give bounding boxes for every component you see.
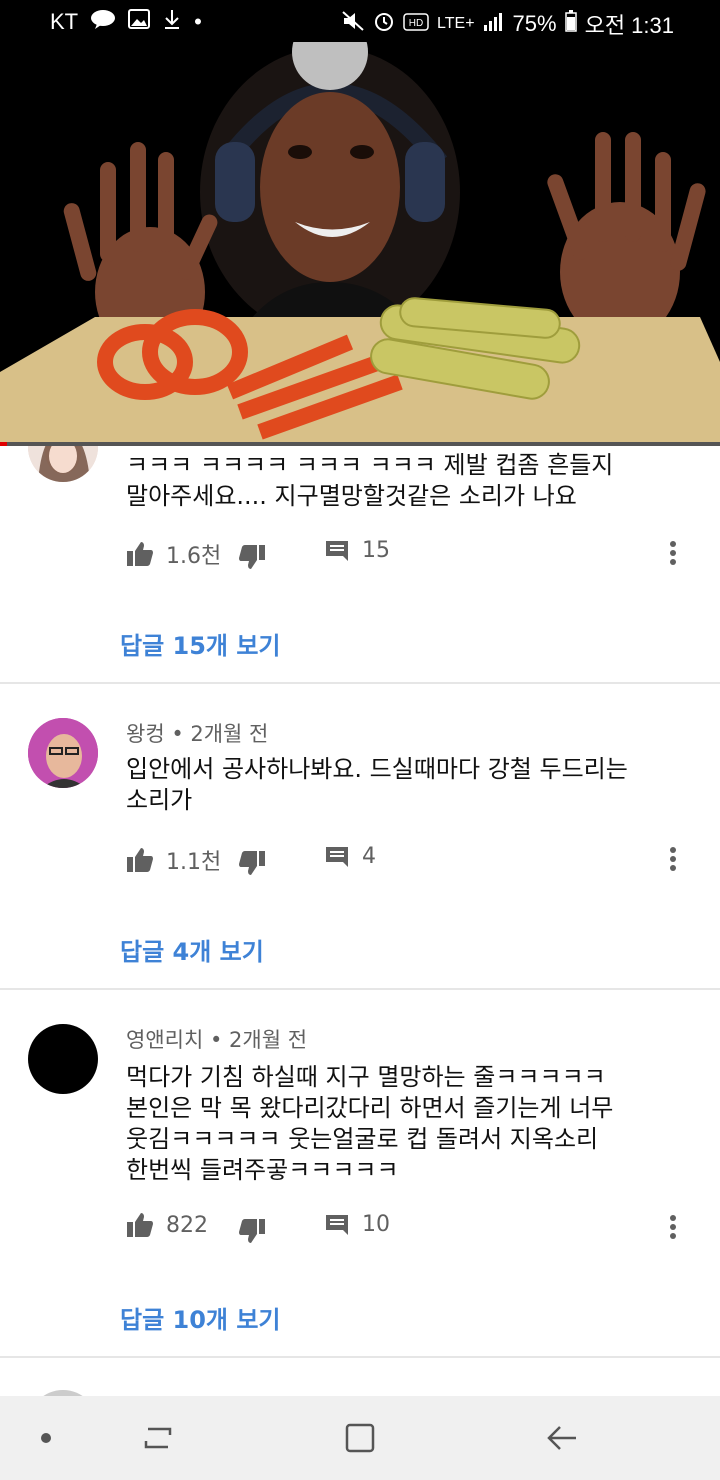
- svg-text:HD: HD: [409, 18, 423, 29]
- reply-count: 15: [362, 538, 390, 563]
- status-bar: KT • HD LTE+ 75% 오전 1:31: [0, 0, 720, 42]
- network-label: LTE+: [437, 15, 475, 32]
- comment-actions: 1.6천 15: [126, 538, 706, 572]
- thumbs-up-icon: [127, 542, 153, 566]
- comment-icon: [326, 540, 348, 561]
- comments-list[interactable]: ㅋㅋㅋ ㅋㅋㅋㅋ ㅋㅋㅋ ㅋㅋㅋ 제발 컵좀 흔들지 말아주세요.... 지구멸…: [0, 446, 720, 1396]
- recent-apps-button[interactable]: [138, 1418, 178, 1458]
- more-options-icon[interactable]: [668, 844, 678, 874]
- comment-icon: [326, 1214, 348, 1235]
- like-button[interactable]: 822: [126, 1212, 208, 1238]
- reply-button[interactable]: 10: [324, 1212, 390, 1237]
- comment-actions: 1.1천 4: [126, 844, 706, 878]
- battery-percent: 75%: [512, 11, 557, 36]
- home-button[interactable]: [340, 1418, 380, 1458]
- view-replies-link[interactable]: 답글 10개 보기: [120, 1300, 281, 1335]
- mute-icon: [341, 10, 365, 38]
- reply-count: 4: [362, 844, 376, 869]
- comment-item: 왕컹 • 2개월 전 입안에서 공사하나봐요. 드실때마다 강철 두드리는 소리…: [0, 684, 720, 988]
- video-frame: [0, 42, 720, 446]
- recent-apps-icon: [144, 1427, 172, 1449]
- back-button[interactable]: [542, 1418, 582, 1458]
- dot-icon: [26, 1418, 66, 1458]
- back-arrow-icon: [547, 1426, 576, 1450]
- hd-voice-icon: HD: [403, 11, 429, 37]
- thumbs-up-icon: [127, 1213, 153, 1237]
- view-replies-link[interactable]: 답글 15개 보기: [120, 626, 281, 661]
- like-count: 822: [166, 1212, 208, 1238]
- comment-item: ㅋㅋㅋ ㅋㅋㅋㅋ ㅋㅋㅋ ㅋㅋㅋ 제발 컵좀 흔들지 말아주세요.... 지구멸…: [0, 446, 720, 683]
- dislike-button[interactable]: [238, 1218, 266, 1244]
- image-icon: [128, 9, 151, 34]
- like-count: 1.1천: [166, 850, 222, 875]
- comment-actions: 822 10: [126, 1212, 706, 1246]
- like-count: 1.6천: [166, 544, 222, 569]
- like-button[interactable]: 1.1천: [126, 844, 221, 876]
- battery-icon: [564, 10, 577, 38]
- comment-item: 영앤리치 • 2개월 전 먹다가 기침 하실때 지구 멸망하는 줄ㅋㅋㅋㅋㅋ 본…: [0, 990, 720, 1356]
- comment-author-meta: 영앤리치 • 2개월 전: [126, 1028, 308, 1052]
- more-options-icon[interactable]: [668, 538, 678, 568]
- avatar[interactable]: [28, 718, 98, 788]
- dislike-button[interactable]: [238, 850, 266, 876]
- thumbs-down-icon: [239, 851, 265, 875]
- signal-icon: [483, 11, 505, 37]
- divider: [0, 1356, 720, 1358]
- thumbs-up-icon: [127, 848, 153, 872]
- thumbs-down-icon: [239, 545, 265, 569]
- avatar[interactable]: [28, 446, 98, 482]
- more-options-icon[interactable]: [668, 1212, 678, 1242]
- kakaotalk-icon: [90, 9, 116, 34]
- comment-text: ㅋㅋㅋ ㅋㅋㅋㅋ ㅋㅋㅋ ㅋㅋㅋ 제발 컵좀 흔들지 말아주세요.... 지구멸…: [126, 451, 614, 510]
- thumbs-down-icon: [239, 1219, 265, 1243]
- comment-icon: [326, 846, 348, 867]
- home-icon: [345, 1423, 375, 1453]
- clock: 오전 1:31: [584, 13, 674, 38]
- comment-text: 먹다가 기침 하실때 지구 멸망하는 줄ㅋㅋㅋㅋㅋ 본인은 막 목 왔다리갔다리…: [126, 1063, 614, 1184]
- reply-button[interactable]: 15: [324, 538, 390, 563]
- carrier-label: KT: [50, 8, 79, 34]
- comment-author-meta: 왕컹 • 2개월 전: [126, 722, 269, 746]
- download-icon: [162, 8, 182, 35]
- system-navigation-bar: [0, 1396, 720, 1480]
- alarm-icon: [373, 10, 395, 38]
- dot-icon: •: [194, 8, 202, 34]
- view-replies-link[interactable]: 답글 4개 보기: [120, 932, 264, 967]
- dislike-button[interactable]: [238, 544, 266, 570]
- avatar[interactable]: [28, 1024, 98, 1094]
- reply-button[interactable]: 4: [324, 844, 376, 869]
- reply-count: 10: [362, 1212, 390, 1237]
- like-button[interactable]: 1.6천: [126, 538, 221, 570]
- comment-text: 입안에서 공사하나봐요. 드실때마다 강철 두드리는 소리가: [126, 755, 628, 814]
- video-player[interactable]: [0, 42, 720, 446]
